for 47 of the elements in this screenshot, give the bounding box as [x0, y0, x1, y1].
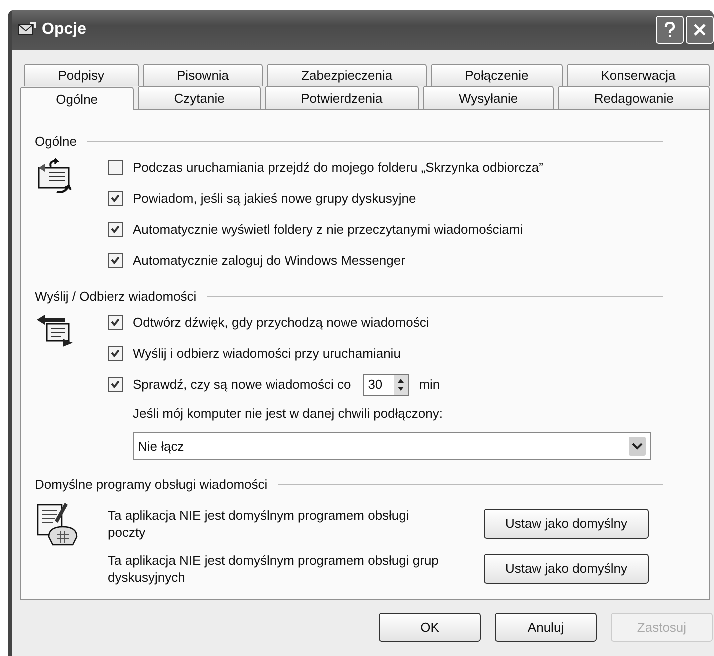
set-default-button[interactable]: Ustaw jako domyślny	[484, 554, 649, 584]
checkbox[interactable]	[108, 222, 123, 237]
dialog-button[interactable]: Anuluj	[495, 613, 597, 642]
tab[interactable]: Połączenie	[430, 64, 564, 86]
checkbox-label[interactable]: Wyślij i odbierz wiadomości przy uruchamianiu	[133, 346, 401, 361]
tab[interactable]: Potwierdzenia	[264, 86, 419, 109]
tab[interactable]: Podpisy	[24, 64, 139, 86]
checkbox-label[interactable]: Odtwórz dźwięk, gdy przychodzą nowe wiadomości	[133, 315, 430, 330]
help-button[interactable]	[656, 16, 684, 44]
chevron-down-icon	[629, 436, 646, 456]
tab[interactable]: Konserwacja	[567, 64, 710, 86]
tab[interactable]: Ogólne	[20, 87, 134, 110]
dialog-button[interactable]: OK	[379, 613, 481, 642]
help-icon	[664, 22, 676, 38]
tab[interactable]: Czytanie	[138, 86, 261, 109]
tab[interactable]: Wysyłanie	[422, 86, 554, 109]
number-spinner[interactable]: 30	[363, 374, 410, 396]
section-title: Domyślne programy obsługi wiadomości	[35, 476, 268, 492]
checkbox-label[interactable]: Sprawdź, czy są nowe wiadomości co	[133, 377, 352, 392]
envelope-icon	[18, 22, 36, 38]
checkbox[interactable]	[108, 346, 123, 361]
section-title: Wyślij / Odbierz wiadomości	[35, 288, 197, 304]
checkbox[interactable]	[108, 160, 123, 175]
checkbox-label[interactable]: Automatycznie zaloguj do Windows Messenger	[133, 253, 406, 268]
envelope-arrow-icon	[35, 313, 75, 347]
checkbox-label[interactable]: Automatycznie wyświetl foldery z nie przeczytanymi wiadomościami	[133, 222, 524, 237]
unit-label: min	[419, 377, 440, 392]
checkbox[interactable]	[108, 315, 123, 330]
close-icon	[693, 23, 707, 37]
checkbox[interactable]	[108, 253, 123, 268]
checkbox[interactable]	[108, 377, 123, 392]
close-button[interactable]	[686, 16, 714, 44]
document-phone-icon	[35, 501, 79, 547]
tab[interactable]: Pisownia	[142, 64, 264, 86]
checkbox-label[interactable]: Podczas uruchamiania przejdź do mojego folderu „Skrzynka odbiorcza”	[133, 160, 544, 175]
window-title: Opcje	[42, 21, 86, 39]
section-title: Ogólne	[35, 134, 77, 148]
dropdown[interactable]: Nie łącz	[133, 432, 651, 460]
tab[interactable]: Zabezpieczenia	[267, 64, 427, 86]
spin-arrows-icon	[394, 374, 408, 394]
checkbox-label[interactable]: Powiadom, jeśli są jakieś nowe grupy dyskusyjne	[133, 191, 416, 206]
status-text: Ta aplikacja NIE jest domyślnym programem obsługi grup dyskusyjnych	[108, 552, 440, 586]
status-text: Ta aplikacja NIE jest domyślnym programem obsługi poczty	[108, 506, 410, 540]
tab[interactable]: Redagowanie	[558, 86, 710, 109]
checkbox[interactable]	[108, 191, 123, 206]
set-default-button[interactable]: Ustaw jako domyślny	[484, 508, 649, 538]
hint-text: Jeśli mój komputer nie jest w danej chwili podłączony:	[132, 405, 444, 423]
